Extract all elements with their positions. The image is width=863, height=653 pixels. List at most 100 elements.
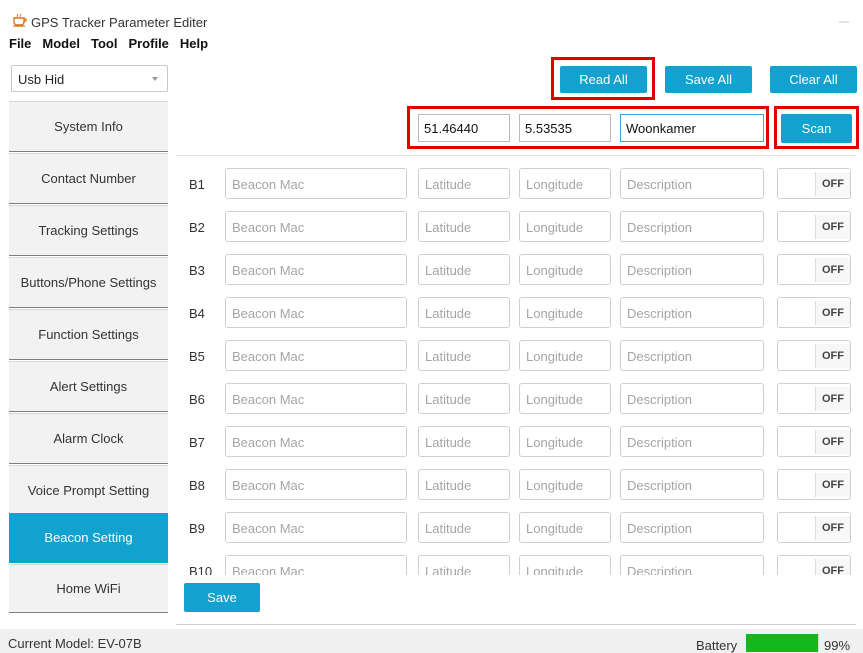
beacon-description-input[interactable]: Description [620, 340, 764, 371]
sidebar-item-voice-prompt-setting[interactable]: Voice Prompt Setting [9, 465, 168, 516]
app-icon [13, 13, 27, 27]
beacon-longitude-input[interactable]: Longitude [519, 254, 611, 285]
beacon-mac-input[interactable]: Beacon Mac [225, 555, 407, 575]
sidebar-item-alert-settings[interactable]: Alert Settings [9, 361, 168, 412]
sidebar-item-alarm-clock[interactable]: Alarm Clock [9, 413, 168, 464]
beacon-description-input[interactable]: Description [620, 469, 764, 500]
device-select[interactable]: Usb Hid [11, 65, 168, 92]
scan-longitude-input[interactable]: 5.53535 [519, 114, 611, 142]
beacon-id: B5 [189, 349, 205, 364]
beacon-mac-input[interactable]: Beacon Mac [225, 254, 407, 285]
sidebar-item-function-settings[interactable]: Function Settings [9, 309, 168, 360]
beacon-mac-input[interactable]: Beacon Mac [225, 383, 407, 414]
placeholder: Description [627, 435, 693, 450]
scan-description-input[interactable]: Woonkamer [620, 114, 764, 142]
beacon-description-input[interactable]: Description [620, 211, 764, 242]
menu-model[interactable]: Model [42, 36, 80, 56]
save-button[interactable]: Save [184, 583, 260, 612]
sidebar-item-label: Contact Number [41, 170, 136, 186]
sidebar-item-label: Home WiFi [56, 580, 121, 596]
beacon-description-input[interactable]: Description [620, 383, 764, 414]
placeholder: Beacon Mac [232, 478, 305, 493]
beacon-mac-input[interactable]: Beacon Mac [225, 340, 407, 371]
beacon-latitude-input[interactable]: Latitude [418, 469, 510, 500]
sidebar-item-label: Voice Prompt Setting [27, 482, 150, 498]
beacon-toggle[interactable]: OFF [777, 168, 851, 199]
beacon-mac-input[interactable]: Beacon Mac [225, 297, 407, 328]
beacon-longitude-input[interactable]: Longitude [519, 340, 611, 371]
beacon-latitude-input[interactable]: Latitude [418, 555, 510, 575]
scan-latitude-input[interactable]: 51.46440 [418, 114, 510, 142]
read-all-button[interactable]: Read All [560, 66, 647, 93]
beacon-id: B10 [189, 564, 213, 575]
beacon-list[interactable]: B1 Beacon Mac Latitude Longitude Descrip… [176, 155, 856, 575]
beacon-description-input[interactable]: Description [620, 426, 764, 457]
placeholder: Description [627, 392, 693, 407]
beacon-latitude-input[interactable]: Latitude [418, 254, 510, 285]
toggle-off-label: OFF [815, 430, 850, 454]
sidebar-item-label: Tracking Settings [38, 222, 139, 238]
beacon-longitude-input[interactable]: Longitude [519, 555, 611, 575]
beacon-mac-input[interactable]: Beacon Mac [225, 469, 407, 500]
minimize-button[interactable] [839, 21, 849, 23]
window-title: GPS Tracker Parameter Editer [31, 15, 208, 30]
beacon-latitude-input[interactable]: Latitude [418, 340, 510, 371]
beacon-mac-input[interactable]: Beacon Mac [225, 512, 407, 543]
beacon-toggle[interactable]: OFF [777, 426, 851, 457]
toggle-off-label: OFF [815, 172, 850, 196]
sidebar-item-system-info[interactable]: System Info [9, 101, 168, 152]
beacon-description-input[interactable]: Description [620, 555, 764, 575]
beacon-toggle[interactable]: OFF [777, 469, 851, 500]
menu-file[interactable]: File [9, 36, 31, 56]
beacon-latitude-input[interactable]: Latitude [418, 512, 510, 543]
beacon-toggle[interactable]: OFF [777, 254, 851, 285]
beacon-description-input[interactable]: Description [620, 168, 764, 199]
beacon-toggle[interactable]: OFF [777, 297, 851, 328]
menu-profile[interactable]: Profile [128, 36, 168, 56]
beacon-latitude-input[interactable]: Latitude [418, 426, 510, 457]
beacon-longitude-input[interactable]: Longitude [519, 168, 611, 199]
beacon-toggle[interactable]: OFF [777, 211, 851, 242]
save-all-button[interactable]: Save All [665, 66, 752, 93]
beacon-latitude-input[interactable]: Latitude [418, 168, 510, 199]
menu-help[interactable]: Help [180, 36, 208, 56]
clear-all-button[interactable]: Clear All [770, 66, 857, 93]
beacon-latitude-input[interactable]: Latitude [418, 211, 510, 242]
beacon-toggle[interactable]: OFF [777, 383, 851, 414]
chevron-down-icon [152, 77, 158, 81]
beacon-longitude-input[interactable]: Longitude [519, 297, 611, 328]
beacon-mac-input[interactable]: Beacon Mac [225, 211, 407, 242]
beacon-longitude-input[interactable]: Longitude [519, 383, 611, 414]
beacon-description-input[interactable]: Description [620, 297, 764, 328]
sidebar-item-contact-number[interactable]: Contact Number [9, 153, 168, 204]
placeholder: Longitude [526, 220, 584, 235]
beacon-latitude-input[interactable]: Latitude [418, 383, 510, 414]
placeholder: Description [627, 220, 693, 235]
beacon-toggle[interactable]: OFF [777, 555, 851, 575]
beacon-row-b2: B2 Beacon Mac Latitude Longitude Descrip… [176, 211, 856, 242]
sidebar-item-label: Alert Settings [49, 378, 128, 394]
device-select-value: Usb Hid [18, 72, 65, 87]
beacon-longitude-input[interactable]: Longitude [519, 426, 611, 457]
beacon-description-input[interactable]: Description [620, 254, 764, 285]
sidebar-item-label: Buttons/Phone Settings [20, 274, 157, 290]
beacon-latitude-input[interactable]: Latitude [418, 297, 510, 328]
beacon-toggle[interactable]: OFF [777, 512, 851, 543]
sidebar-item-tracking-settings[interactable]: Tracking Settings [9, 205, 168, 256]
beacon-longitude-input[interactable]: Longitude [519, 469, 611, 500]
scan-button[interactable]: Scan [781, 114, 852, 143]
placeholder: Latitude [425, 521, 472, 536]
sidebar-item-buttons-phone-settings[interactable]: Buttons/Phone Settings [9, 257, 168, 308]
sidebar-item-home-wifi[interactable]: Home WiFi [9, 564, 168, 613]
beacon-row-b8: B8 Beacon Mac Latitude Longitude Descrip… [176, 469, 856, 500]
beacon-description-input[interactable]: Description [620, 512, 764, 543]
beacon-longitude-input[interactable]: Longitude [519, 512, 611, 543]
beacon-mac-input[interactable]: Beacon Mac [225, 168, 407, 199]
menu-tool[interactable]: Tool [91, 36, 117, 56]
beacon-longitude-input[interactable]: Longitude [519, 211, 611, 242]
beacon-toggle[interactable]: OFF [777, 340, 851, 371]
placeholder: Longitude [526, 392, 584, 407]
beacon-mac-input[interactable]: Beacon Mac [225, 426, 407, 457]
sidebar-item-beacon-setting[interactable]: Beacon Setting [9, 513, 168, 563]
placeholder: Description [627, 263, 693, 278]
